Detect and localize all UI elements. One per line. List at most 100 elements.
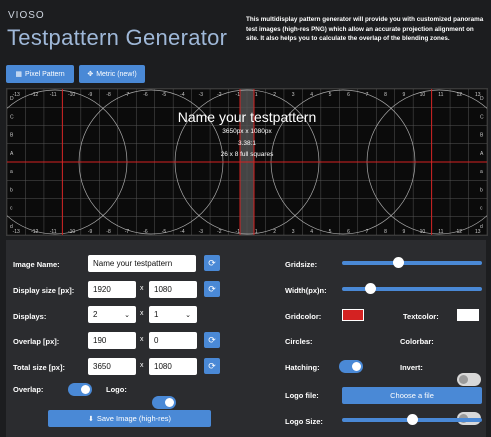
logo-toggle[interactable] <box>152 396 176 409</box>
x-tick-label-bottom: -7 <box>125 229 130 235</box>
x-tick-label-bottom: -10 <box>68 229 75 235</box>
x-tick-label-top: 6 <box>347 92 350 98</box>
x-tick-label-bottom: 13 <box>475 229 481 235</box>
logo-size-slider[interactable] <box>342 414 482 425</box>
x-tick-label-bottom: -5 <box>162 229 167 235</box>
refresh-overlap-button[interactable]: ⟳ <box>204 332 220 348</box>
x-tick-label-top: -11 <box>50 92 57 98</box>
logo-size-thumb[interactable] <box>407 414 418 425</box>
x-tick-label-bottom: -3 <box>199 229 204 235</box>
x-tick-label-bottom: -9 <box>88 229 93 235</box>
x-tick-label-top: -5 <box>162 92 167 98</box>
displays-x-value: 2 <box>93 310 98 319</box>
y-tick-label-left: a <box>10 169 13 175</box>
x-tick-label-bottom: 9 <box>403 229 406 235</box>
overlap-y-input[interactable]: 0 <box>149 332 197 349</box>
circles-toggle[interactable] <box>339 360 363 373</box>
expand-icon: ✥ <box>87 71 94 78</box>
invert-label: Invert: <box>400 363 423 372</box>
brand-logo: VIOSO <box>8 10 45 21</box>
metric-label: Metric (new!) <box>96 70 137 78</box>
preview-size: 3650px x 1080px <box>222 128 272 135</box>
x-tick-label-bottom: 3 <box>292 229 295 235</box>
refresh-total-button[interactable]: ⟳ <box>204 358 220 374</box>
x-tick-label-bottom: -4 <box>180 229 185 235</box>
y-tick-label-left: D <box>10 96 14 102</box>
x-tick-label-top: -9 <box>88 92 93 98</box>
x-tick-label-top: -6 <box>143 92 148 98</box>
overlap-sep: x <box>140 336 144 343</box>
y-tick-label-right: d <box>480 224 483 230</box>
refresh-icon: ⟳ <box>208 334 216 345</box>
refresh-display-button[interactable]: ⟳ <box>204 281 220 297</box>
metric-button[interactable]: ✥ Metric (new!) <box>79 65 145 83</box>
display-height-input[interactable]: 1080 <box>149 281 197 298</box>
overlap-toggle[interactable] <box>68 383 92 396</box>
y-tick-label-right: a <box>480 169 483 175</box>
chevron-down-icon: ⌄ <box>185 311 191 319</box>
x-tick-label-top: 1 <box>255 92 258 98</box>
displays-y-select[interactable]: 1 ⌄ <box>149 306 197 323</box>
display-size-label: Display size [px]: <box>13 286 75 295</box>
x-tick-label-top: -1 <box>236 92 241 98</box>
circles-label: Circles: <box>285 337 313 346</box>
save-image-button[interactable]: ⬇ Save Image (high-res) <box>48 410 211 427</box>
x-tick-label-bottom: 12 <box>457 229 463 235</box>
x-tick-label-top: -3 <box>199 92 204 98</box>
display-width-input[interactable]: 1920 <box>88 281 136 298</box>
y-tick-label-right: b <box>480 187 483 193</box>
logo-size-label: Logo Size: <box>285 417 323 426</box>
x-tick-label-bottom: 8 <box>384 229 387 235</box>
displays-y-value: 1 <box>154 310 159 319</box>
page-description: This multidisplay pattern generator will… <box>246 16 484 42</box>
x-tick-label-bottom: 7 <box>366 229 369 235</box>
displays-x-select[interactable]: 2 ⌄ <box>88 306 136 323</box>
x-tick-label-bottom: -12 <box>31 229 38 235</box>
refresh-icon: ⟳ <box>208 283 216 294</box>
pixel-pattern-button[interactable]: ▦ Pixel Pattern <box>6 65 74 83</box>
choose-file-button[interactable]: Choose a file <box>342 387 482 404</box>
x-tick-label-top: -13 <box>13 92 20 98</box>
x-tick-label-top: -4 <box>180 92 185 98</box>
grid-icon: ▦ <box>15 71 22 78</box>
x-tick-label-bottom: 6 <box>347 229 350 235</box>
overlap-px-label: Overlap [px]: <box>13 337 60 346</box>
width-label: Width(px)n: <box>285 286 327 295</box>
preview-ratio: 3.38:1 <box>237 140 257 147</box>
gridcolor-swatch[interactable] <box>342 309 364 321</box>
x-tick-label-top: 9 <box>403 92 406 98</box>
textcolor-swatch[interactable] <box>457 309 479 321</box>
displays-sep: x <box>140 310 144 317</box>
width-slider[interactable] <box>342 283 482 294</box>
download-icon: ⬇ <box>87 415 94 423</box>
save-image-label: Save Image (high-res) <box>96 414 172 423</box>
gridsize-slider[interactable] <box>342 257 482 268</box>
overlap-x-input[interactable]: 190 <box>88 332 136 349</box>
x-tick-label-bottom: 5 <box>329 229 332 235</box>
displays-label: Displays: <box>13 312 47 321</box>
x-tick-label-bottom: -11 <box>50 229 57 235</box>
total-height-input[interactable]: 1080 <box>149 358 197 375</box>
total-width-input[interactable]: 3650 <box>88 358 136 375</box>
colorbar-label: Colorbar: <box>400 337 434 346</box>
chevron-down-icon: ⌄ <box>124 311 130 319</box>
x-tick-label-top: 3 <box>292 92 295 98</box>
overlap-label: Overlap: <box>13 385 44 394</box>
colorbar-toggle[interactable] <box>457 373 481 386</box>
x-tick-label-bottom: -13 <box>13 229 20 235</box>
y-tick-label-left: c <box>10 206 13 212</box>
gridsize-thumb[interactable] <box>393 257 404 268</box>
refresh-name-button[interactable]: ⟳ <box>204 255 220 271</box>
y-tick-label-right: D <box>480 96 484 102</box>
x-tick-label-top: -7 <box>125 92 130 98</box>
x-tick-label-bottom: -8 <box>106 229 111 235</box>
x-tick-label-bottom: -1 <box>236 229 241 235</box>
preview-squares: 26 x 8 full squares <box>220 151 274 158</box>
preview-name: Name your testpattern <box>177 109 317 125</box>
x-tick-label-top: 2 <box>273 92 276 98</box>
width-thumb[interactable] <box>365 283 376 294</box>
image-name-input[interactable]: Name your testpattern <box>88 255 196 272</box>
y-tick-label-left: d <box>10 224 13 230</box>
gridcolor-label: Gridcolor: <box>285 312 322 321</box>
image-name-label: Image Name: <box>13 260 60 269</box>
